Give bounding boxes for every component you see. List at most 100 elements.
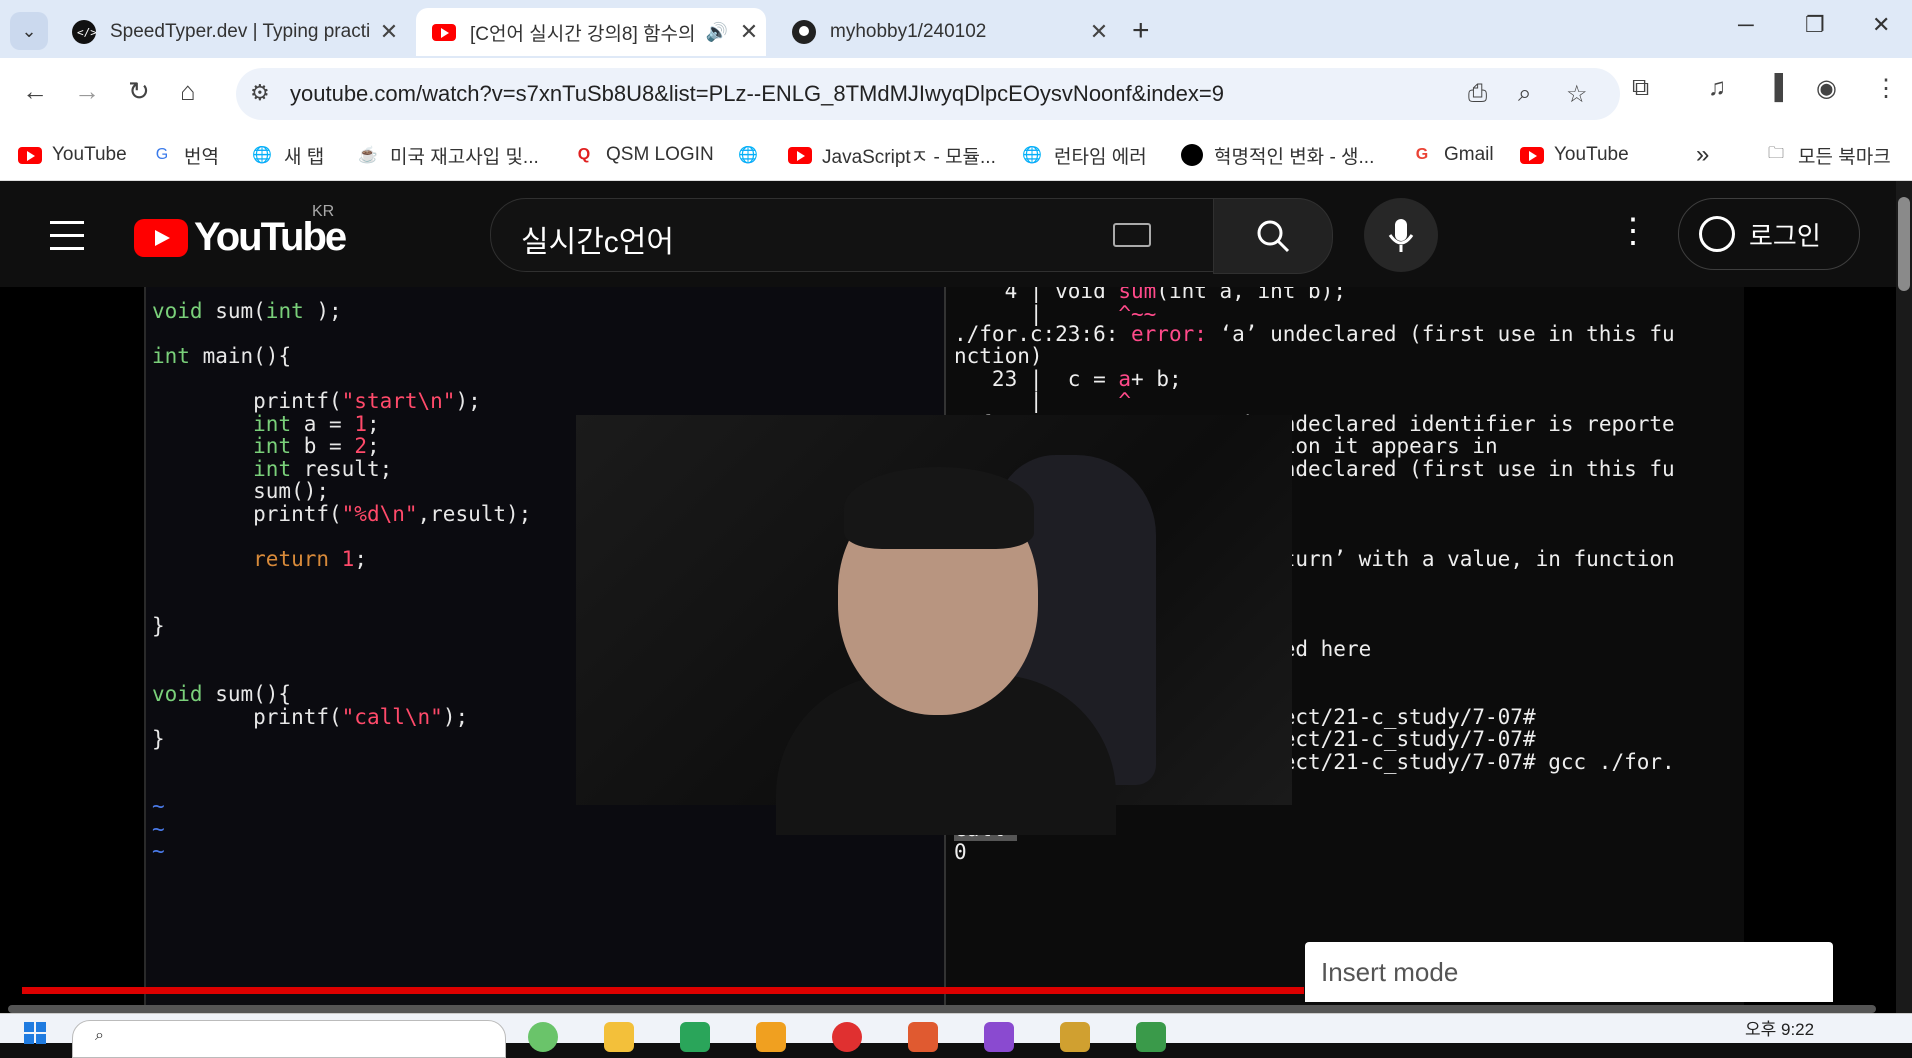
windows-start-icon[interactable] (24, 1022, 46, 1044)
back-icon[interactable]: ← (22, 76, 48, 107)
taskbar-app-icon[interactable] (756, 1022, 786, 1052)
guide-menu-icon[interactable] (50, 221, 84, 260)
bookmark-new-tab[interactable]: 🌐 새 탭 (250, 141, 324, 169)
bookmark-label: 미국 재고사입 및... (390, 146, 539, 168)
bookmark-label: 혁명적인 변화 - 생... (1214, 146, 1375, 168)
home-icon[interactable]: ⌂ (180, 76, 196, 107)
youtube-icon (1520, 143, 1544, 167)
seek-bar[interactable] (8, 1005, 1876, 1013)
sign-in-label: 로그인 (1749, 220, 1821, 251)
taskbar-app-icon[interactable] (528, 1022, 558, 1052)
bookmark-us-stock[interactable]: ☕ 미국 재고사입 및... (356, 141, 539, 169)
keyboard-icon[interactable] (1113, 223, 1151, 247)
menu-icon[interactable]: ⋮ (1874, 74, 1898, 103)
code-line: void sum(int ); (152, 299, 342, 323)
tab-search-button[interactable]: ⌄ (10, 12, 48, 50)
more-bookmarks-button[interactable]: » (1696, 141, 1709, 169)
folder-icon[interactable] (604, 1022, 634, 1052)
code-line: return 1; (253, 547, 367, 571)
youtube-logo[interactable]: YouTube KR (134, 203, 347, 260)
taskbar-app-icon[interactable] (984, 1022, 1014, 1052)
address-bar[interactable]: ⚙ youtube.com/watch?v=s7xnTuSb8U8&list=P… (236, 68, 1620, 120)
bookmark-label: JavaScriptㅈ - 모듈... (822, 146, 996, 168)
qsm-icon: Q (577, 146, 591, 163)
url-text[interactable]: youtube.com/watch?v=s7xnTuSb8U8&list=PLz… (290, 81, 1224, 107)
speaker-icon[interactable]: 🔊 (706, 22, 728, 43)
bookmark-javascript[interactable]: JavaScriptㅈ - 모듈... (788, 141, 996, 169)
code-line: ~ (152, 817, 165, 841)
code-icon: </> (72, 20, 96, 44)
zoom-icon[interactable]: ⌕ (1518, 80, 1531, 108)
taskbar-app-icon[interactable] (1136, 1022, 1166, 1052)
media-control-icon[interactable]: ♫ (1708, 74, 1726, 102)
youtube-icon (788, 143, 812, 167)
chapter-progress-bar[interactable] (22, 987, 1304, 994)
new-tab-button[interactable]: + (1132, 14, 1150, 48)
tab-strip: ⌄ </> SpeedTyper.dev | Typing practi ✕ [… (0, 0, 1912, 58)
scrollbar-thumb[interactable] (1898, 197, 1910, 291)
bookmark-globe[interactable]: 🌐 (736, 141, 770, 169)
bookmark-star-icon[interactable]: ☆ (1566, 80, 1588, 109)
search-box[interactable]: 실시간c언어 (490, 198, 1214, 272)
tab-youtube-lecture[interactable]: [C언어 실시간 강의8] 함수의 🔊 ✕ (416, 8, 766, 56)
terminal-line: ./for.c:23:6: error: ‘a’ undeclared (fir… (954, 322, 1675, 346)
extensions-icon[interactable]: ⧉ (1632, 74, 1649, 102)
bookmark-label: QSM LOGIN (606, 144, 714, 165)
tab-speedtyper[interactable]: </> SpeedTyper.dev | Typing practi ✕ (56, 8, 406, 56)
all-bookmarks-folder[interactable]: 🗀 모든 북마크 (1764, 141, 1891, 169)
bookmark-gmail[interactable]: G Gmail (1410, 141, 1494, 169)
bookmark-label: Gmail (1444, 144, 1494, 165)
code-line: sum(); (152, 479, 330, 503)
video-player[interactable]: void sum(int ); int main(){ printf("start… (0, 287, 1896, 1013)
taskbar-search[interactable]: ⌕ (72, 1020, 506, 1058)
install-app-icon[interactable]: ⎙ (1468, 80, 1487, 108)
bookmark-translate[interactable]: G 번역 (150, 141, 219, 169)
taskbar-app-icon[interactable] (680, 1022, 710, 1052)
code-line: int main(){ (152, 344, 292, 368)
bookmark-label: 새 탭 (284, 146, 325, 168)
code-line: int a = 1; (253, 412, 380, 436)
code-line: ~ (152, 839, 165, 863)
close-tab-icon[interactable]: ✕ (1082, 19, 1116, 45)
github-icon (792, 20, 816, 44)
close-tab-icon[interactable]: ✕ (732, 19, 766, 45)
taskbar-app-icon[interactable] (832, 1022, 862, 1052)
terminal-line: nction) (954, 344, 1043, 368)
site-info-icon[interactable]: ⚙ (250, 80, 270, 106)
reload-icon[interactable]: ↻ (128, 76, 150, 107)
restore-button[interactable]: ❐ (1805, 12, 1825, 38)
bookmark-revolution[interactable]: 혁명적인 변화 - 생... (1180, 141, 1374, 169)
bookmark-youtube[interactable]: YouTube (18, 141, 127, 169)
taskbar-app-icon[interactable] (908, 1022, 938, 1052)
search-button[interactable] (1213, 198, 1333, 274)
region-code: KR (312, 203, 335, 220)
bookmark-label: YouTube (1554, 144, 1629, 165)
forward-icon[interactable]: → (74, 76, 100, 107)
page-scrollbar[interactable] (1896, 181, 1912, 1013)
bookmark-label: 런타임 에러 (1054, 146, 1147, 168)
close-window-button[interactable]: ✕ (1872, 12, 1890, 38)
close-tab-icon[interactable]: ✕ (372, 19, 406, 45)
code-line: int b = 2; (253, 434, 380, 458)
bookmark-qsm[interactable]: Q QSM LOGIN (572, 141, 714, 169)
tab-github[interactable]: myhobby1/240102 ✕ (776, 8, 1116, 56)
voice-search-button[interactable] (1364, 198, 1438, 272)
bookmark-runtime-error[interactable]: 🌐 런타임 에러 (1020, 141, 1147, 169)
search-input[interactable]: 실시간c언어 (521, 217, 674, 261)
settings-more-icon[interactable]: ⋮ (1616, 211, 1650, 251)
minimize-button[interactable]: ─ (1738, 12, 1754, 38)
bookmarks-bar: YouTube G 번역 🌐 새 탭 ☕ 미국 재고사입 및... Q QSM … (0, 130, 1912, 181)
taskbar-app-icon[interactable] (1060, 1022, 1090, 1052)
bookmark-youtube-2[interactable]: YouTube (1520, 141, 1629, 169)
bookmark-label: YouTube (52, 144, 127, 165)
youtube-icon (18, 143, 42, 167)
tab-title: myhobby1/240102 (830, 21, 987, 42)
profile-icon[interactable]: ◉ (1816, 74, 1837, 103)
svg-text:</>: </> (77, 26, 96, 39)
sign-in-button[interactable]: 로그인 (1678, 198, 1860, 270)
code-line: printf("%d\n",result); (152, 502, 532, 526)
side-panel-icon[interactable]: ▐ (1766, 74, 1783, 102)
tab-title: [C언어 실시간 강의8] 함수의 (470, 23, 696, 45)
circle-icon (1180, 143, 1204, 167)
search-icon: ⌕ (95, 1027, 104, 1044)
